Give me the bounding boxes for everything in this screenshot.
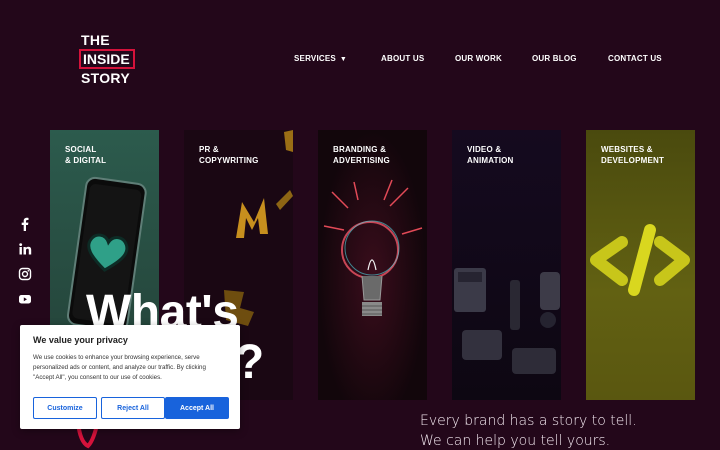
logo-line-1: THE bbox=[81, 32, 110, 48]
nav-services[interactable]: SERVICES ▼ bbox=[294, 54, 347, 63]
reject-all-button[interactable]: Reject All bbox=[101, 397, 165, 419]
service-card-websites[interactable]: WEBSITES & DEVELOPMENT bbox=[586, 130, 695, 400]
instagram-icon[interactable] bbox=[18, 267, 32, 281]
customize-button[interactable]: Customize bbox=[33, 397, 97, 419]
card-label: SOCIAL & DIGITAL bbox=[65, 145, 107, 165]
code-brackets-image bbox=[590, 224, 690, 296]
linkedin-icon[interactable] bbox=[18, 242, 32, 256]
nav-contact[interactable]: CONTACT US bbox=[608, 54, 662, 63]
service-card-video[interactable]: VIDEO & ANIMATION bbox=[452, 130, 561, 400]
cookie-title: We value your privacy bbox=[33, 335, 128, 345]
youtube-icon[interactable] bbox=[18, 292, 32, 306]
facebook-icon[interactable] bbox=[18, 217, 32, 231]
tagline: Every brand has a story to tell. We can … bbox=[420, 411, 637, 450]
chevron-down-icon: ▼ bbox=[339, 56, 348, 63]
cookie-buttons: Customize Reject All Accept All bbox=[33, 397, 229, 419]
cookie-text: We use cookies to enhance your browsing … bbox=[33, 354, 206, 381]
lightbulb-image bbox=[323, 179, 423, 316]
main-nav: SERVICES ▼ ABOUT US OUR WORK OUR BLOG CON… bbox=[0, 54, 720, 66]
logo-line-3: STORY bbox=[81, 70, 130, 86]
camera-gear-image bbox=[454, 268, 560, 374]
nav-services-label: SERVICES bbox=[294, 54, 336, 63]
nav-blog[interactable]: OUR BLOG bbox=[532, 54, 577, 63]
card-label: PR & COPYWRITING bbox=[199, 145, 259, 165]
social-links bbox=[18, 217, 32, 317]
tagline-line-2: We can help you tell yours. bbox=[420, 433, 611, 449]
cookie-consent-banner: We value your privacy We use cookies to … bbox=[20, 325, 240, 429]
card-label: VIDEO & ANIMATION bbox=[467, 145, 514, 165]
nav-work[interactable]: OUR WORK bbox=[455, 54, 502, 63]
card-label: BRANDING & ADVERTISING bbox=[333, 145, 390, 165]
accept-all-button[interactable]: Accept All bbox=[165, 397, 229, 419]
nav-about[interactable]: ABOUT US bbox=[381, 54, 424, 63]
service-card-branding[interactable]: BRANDING & ADVERTISING bbox=[318, 130, 427, 400]
card-label: WEBSITES & DEVELOPMENT bbox=[601, 145, 665, 165]
tagline-line-1: Every brand has a story to tell. bbox=[420, 413, 637, 429]
